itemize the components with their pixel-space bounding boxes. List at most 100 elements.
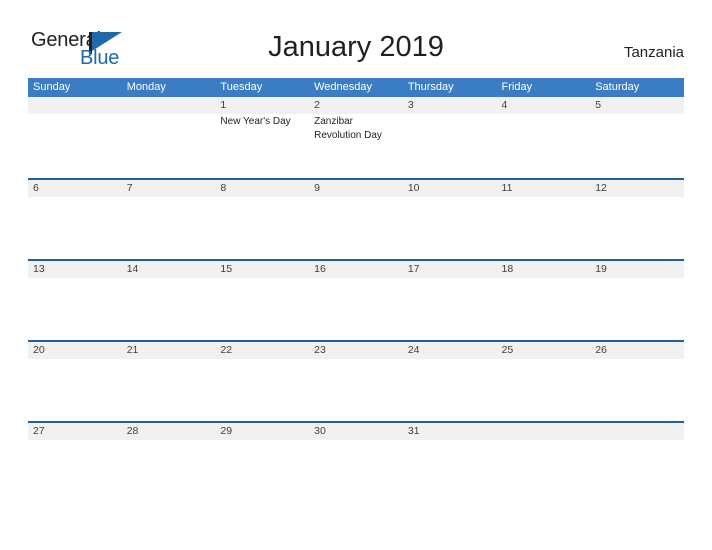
day-events — [408, 114, 497, 115]
day-events — [127, 197, 216, 198]
day-number: 10 — [407, 182, 420, 194]
day-events — [220, 197, 309, 198]
day-number: 25 — [501, 344, 514, 356]
day-events — [127, 440, 216, 441]
day-cell[interactable]: 12 — [590, 180, 684, 259]
day-cell[interactable]: 2 Zanzibar Revolution Day — [309, 97, 403, 178]
day-cell[interactable]: 1 New Year's Day — [215, 97, 309, 178]
day-cell[interactable]: 6 — [28, 180, 122, 259]
day-cell[interactable]: 23 — [309, 342, 403, 421]
day-cell[interactable]: 15 — [215, 261, 309, 340]
day-events — [595, 278, 684, 279]
calendar-week-row: 20 21 22 23 24 25 26 — [28, 340, 684, 421]
weekday-header-row: Sunday Monday Tuesday Wednesday Thursday… — [28, 78, 684, 97]
day-events — [408, 359, 497, 360]
day-events — [408, 278, 497, 279]
day-events — [502, 440, 591, 441]
weekday-monday: Monday — [126, 81, 166, 93]
day-cell[interactable]: 28 — [122, 423, 216, 502]
day-cell[interactable]: 18 — [497, 261, 591, 340]
day-cell[interactable]: 11 — [497, 180, 591, 259]
day-number: 8 — [220, 182, 227, 194]
day-cell[interactable]: 24 — [403, 342, 497, 421]
day-number: 21 — [126, 344, 139, 356]
day-cell[interactable]: 7 — [122, 180, 216, 259]
day-events — [33, 440, 122, 441]
region-label: Tanzania — [623, 44, 684, 61]
holiday-label: New Year's Day — [220, 116, 291, 127]
day-events — [33, 197, 122, 198]
page-header: General Blue January 2019 Tanzania — [0, 0, 712, 78]
week-cells: 6 7 8 9 10 11 12 — [28, 180, 684, 259]
calendar-page: General Blue January 2019 Tanzania Sunda… — [0, 0, 712, 550]
weekday-sunday: Sunday — [33, 81, 71, 93]
day-cell[interactable]: 14 — [122, 261, 216, 340]
day-number: 9 — [314, 182, 320, 194]
day-cell[interactable]: 3 — [403, 97, 497, 178]
day-number — [33, 97, 122, 114]
week-cells: 20 21 22 23 24 25 26 — [28, 342, 684, 421]
day-number: 4 — [501, 99, 508, 111]
day-events — [314, 359, 403, 360]
day-events — [33, 359, 122, 360]
day-cell[interactable]: 26 — [590, 342, 684, 421]
day-events — [33, 278, 122, 279]
day-events — [595, 197, 684, 198]
day-cell[interactable]: 27 — [28, 423, 122, 502]
day-cell[interactable]: 21 — [122, 342, 216, 421]
day-cell[interactable] — [122, 97, 216, 178]
day-cell[interactable]: 16 — [309, 261, 403, 340]
day-cell[interactable]: 5 — [590, 97, 684, 178]
day-events — [314, 278, 403, 279]
weekday-thursday: Thursday — [407, 81, 454, 93]
calendar-week-row: 13 14 15 16 17 18 19 — [28, 259, 684, 340]
day-events — [408, 197, 497, 198]
day-number: 20 — [33, 344, 45, 356]
day-events — [127, 359, 216, 360]
day-cell[interactable]: 17 — [403, 261, 497, 340]
day-cell[interactable]: 29 — [215, 423, 309, 502]
week-cells: 27 28 29 30 31 — [28, 423, 684, 502]
day-number — [502, 423, 591, 440]
day-number: 14 — [126, 263, 139, 275]
day-cell[interactable]: 19 — [590, 261, 684, 340]
day-cell[interactable]: 22 — [215, 342, 309, 421]
day-events — [502, 278, 591, 279]
day-cell[interactable]: 13 — [28, 261, 122, 340]
day-events — [33, 114, 122, 115]
day-cell[interactable] — [497, 423, 591, 502]
calendar-week-row: 27 28 29 30 31 — [28, 421, 684, 502]
day-events — [502, 114, 591, 115]
day-cell[interactable]: 10 — [403, 180, 497, 259]
day-number: 27 — [33, 425, 45, 437]
day-events — [220, 278, 309, 279]
day-events — [502, 359, 591, 360]
weekday-tuesday: Tuesday — [220, 81, 263, 93]
day-cell[interactable] — [28, 97, 122, 178]
day-number: 13 — [33, 263, 45, 275]
day-events — [127, 114, 216, 115]
day-events — [408, 440, 497, 441]
weekday-friday: Friday — [501, 81, 533, 93]
day-cell[interactable]: 8 — [215, 180, 309, 259]
day-cell[interactable]: 25 — [497, 342, 591, 421]
day-cell[interactable]: 30 — [309, 423, 403, 502]
day-cell[interactable]: 20 — [28, 342, 122, 421]
day-events — [220, 359, 309, 360]
day-cell[interactable]: 31 — [403, 423, 497, 502]
day-number: 17 — [407, 263, 420, 275]
week-cells: 13 14 15 16 17 18 19 — [28, 261, 684, 340]
day-number: 7 — [126, 182, 133, 194]
day-cell[interactable]: 9 — [309, 180, 403, 259]
calendar-grid: Sunday Monday Tuesday Wednesday Thursday… — [28, 78, 684, 502]
day-cell[interactable] — [590, 423, 684, 502]
weekday-wednesday: Wednesday — [314, 81, 372, 93]
day-events — [595, 359, 684, 360]
day-number: 23 — [314, 344, 326, 356]
page-title: January 2019 — [268, 31, 444, 63]
day-number — [127, 97, 216, 114]
day-number: 30 — [314, 425, 326, 437]
day-events — [314, 197, 403, 198]
day-cell[interactable]: 4 — [497, 97, 591, 178]
day-number: 15 — [220, 263, 233, 275]
